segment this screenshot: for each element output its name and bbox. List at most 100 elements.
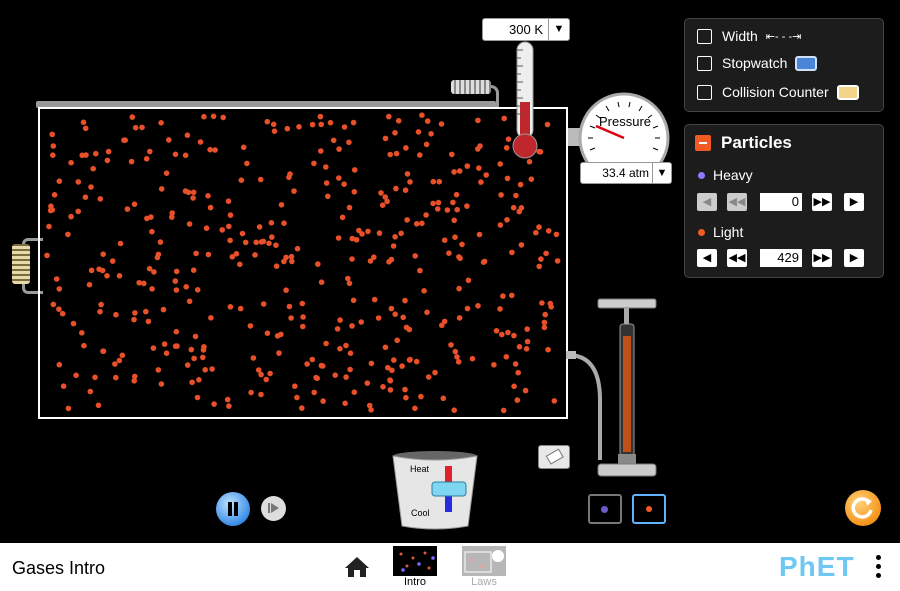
heat-cool-control: Heat Cool — [390, 450, 480, 530]
laws-screen-icon[interactable] — [462, 546, 506, 576]
heavy-increment-button[interactable]: ▶ — [844, 193, 864, 211]
light-particle — [349, 256, 355, 262]
light-particle — [60, 383, 67, 390]
light-particle — [456, 168, 463, 174]
intro-screen-icon[interactable] — [393, 546, 437, 576]
light-particle — [197, 139, 204, 145]
light-particle — [270, 121, 277, 128]
heavy-increment-more-button[interactable]: ▶▶ — [812, 193, 832, 211]
light-particle — [351, 189, 358, 195]
light-particle — [402, 386, 408, 393]
light-particle — [132, 124, 139, 131]
heavy-decrement-more-button[interactable]: ◀◀ — [727, 193, 747, 211]
light-particle — [97, 196, 104, 202]
light-particle — [224, 396, 231, 403]
light-particle — [483, 172, 490, 178]
light-particle — [476, 165, 482, 171]
stopwatch-checkbox-row[interactable]: Stopwatch — [697, 53, 818, 73]
light-particle — [260, 238, 267, 245]
stopwatch-checkbox[interactable] — [697, 55, 712, 71]
light-particle — [400, 314, 407, 321]
light-particle — [380, 384, 386, 390]
temperature-readout[interactable]: 300 K ▼ — [482, 18, 570, 41]
light-particle — [70, 320, 77, 327]
light-particle — [151, 269, 157, 275]
light-particle — [478, 179, 484, 185]
light-particle — [480, 259, 487, 265]
collision-counter-checkbox-row[interactable]: Collision Counter — [697, 82, 859, 102]
step-forward-button[interactable] — [261, 496, 286, 521]
light-increment-button[interactable]: ▶ — [844, 249, 864, 267]
pressure-label: Pressure — [599, 114, 651, 129]
light-decrement-button[interactable]: ◀ — [697, 249, 717, 267]
collision-counter-checkbox[interactable] — [697, 84, 712, 100]
light-particle — [196, 377, 202, 383]
temperature-value: 300 K — [509, 22, 543, 37]
light-particle — [273, 263, 280, 269]
app-title: Gases Intro — [12, 558, 106, 578]
light-particle — [446, 250, 452, 256]
menu-icon[interactable] — [876, 555, 882, 581]
width-checkbox-row[interactable]: Width ⇤- - -⇥ — [697, 26, 801, 46]
light-particle — [207, 204, 214, 211]
light-particle — [172, 151, 179, 158]
width-checkbox[interactable] — [697, 28, 712, 44]
heavy-decrement-button[interactable]: ◀ — [697, 193, 717, 211]
light-particle — [371, 296, 378, 303]
light-particle — [263, 376, 269, 383]
light-particle — [212, 147, 218, 153]
light-decrement-more-button[interactable]: ◀◀ — [727, 249, 747, 267]
light-particle — [267, 370, 273, 377]
light-particle — [105, 148, 112, 155]
tab-intro[interactable]: Intro — [390, 576, 440, 588]
light-particle — [323, 180, 330, 186]
light-particle — [347, 366, 353, 373]
light-particle — [499, 331, 505, 338]
light-particle — [541, 319, 548, 326]
light-increment-more-button[interactable]: ▶▶ — [812, 249, 832, 267]
triangle-down-icon[interactable]: ▼ — [652, 163, 671, 183]
light-particle — [375, 315, 382, 321]
reset-all-button[interactable] — [845, 490, 881, 526]
light-particle — [56, 306, 62, 312]
light-particle-radio[interactable] — [632, 494, 666, 524]
light-particle — [476, 231, 483, 238]
light-particle — [475, 303, 481, 309]
light-particle — [46, 223, 52, 230]
light-particle — [330, 137, 337, 144]
container-resize-handle[interactable] — [12, 244, 30, 284]
light-particle — [132, 310, 138, 316]
pause-button[interactable] — [216, 492, 250, 526]
pressure-value: 33.4 atm — [602, 166, 649, 180]
eraser-button[interactable] — [538, 445, 570, 469]
pressure-readout[interactable]: 33.4 atm ▼ — [580, 162, 672, 184]
light-particle — [394, 337, 401, 344]
light-particle-icon — [646, 506, 652, 512]
triangle-down-icon[interactable]: ▼ — [548, 19, 569, 40]
light-particle — [158, 381, 165, 387]
light-particle — [188, 346, 195, 353]
light-particle — [284, 125, 291, 132]
tab-laws[interactable]: Laws — [459, 576, 509, 588]
bicycle-pump[interactable] — [590, 296, 660, 482]
light-particle — [459, 241, 465, 248]
heavy-particle-radio[interactable] — [588, 494, 622, 524]
light-particle — [173, 268, 180, 275]
light-particle — [79, 330, 85, 336]
lid-handle[interactable] — [451, 80, 491, 94]
light-particle — [378, 190, 384, 196]
light-particle — [292, 383, 298, 390]
light-particle — [244, 160, 250, 167]
light-particle — [517, 181, 524, 188]
light-particle — [393, 185, 399, 192]
light-particle — [116, 357, 123, 364]
heat-cool-slider[interactable] — [432, 482, 466, 496]
home-icon[interactable] — [344, 556, 370, 578]
light-particle — [182, 188, 189, 194]
light-particle — [454, 354, 460, 360]
collapse-icon[interactable] — [695, 135, 711, 151]
light-particle — [343, 342, 349, 349]
phet-logo[interactable]: PhET — [779, 551, 855, 583]
light-particle — [325, 193, 331, 200]
light-particle — [450, 199, 456, 206]
